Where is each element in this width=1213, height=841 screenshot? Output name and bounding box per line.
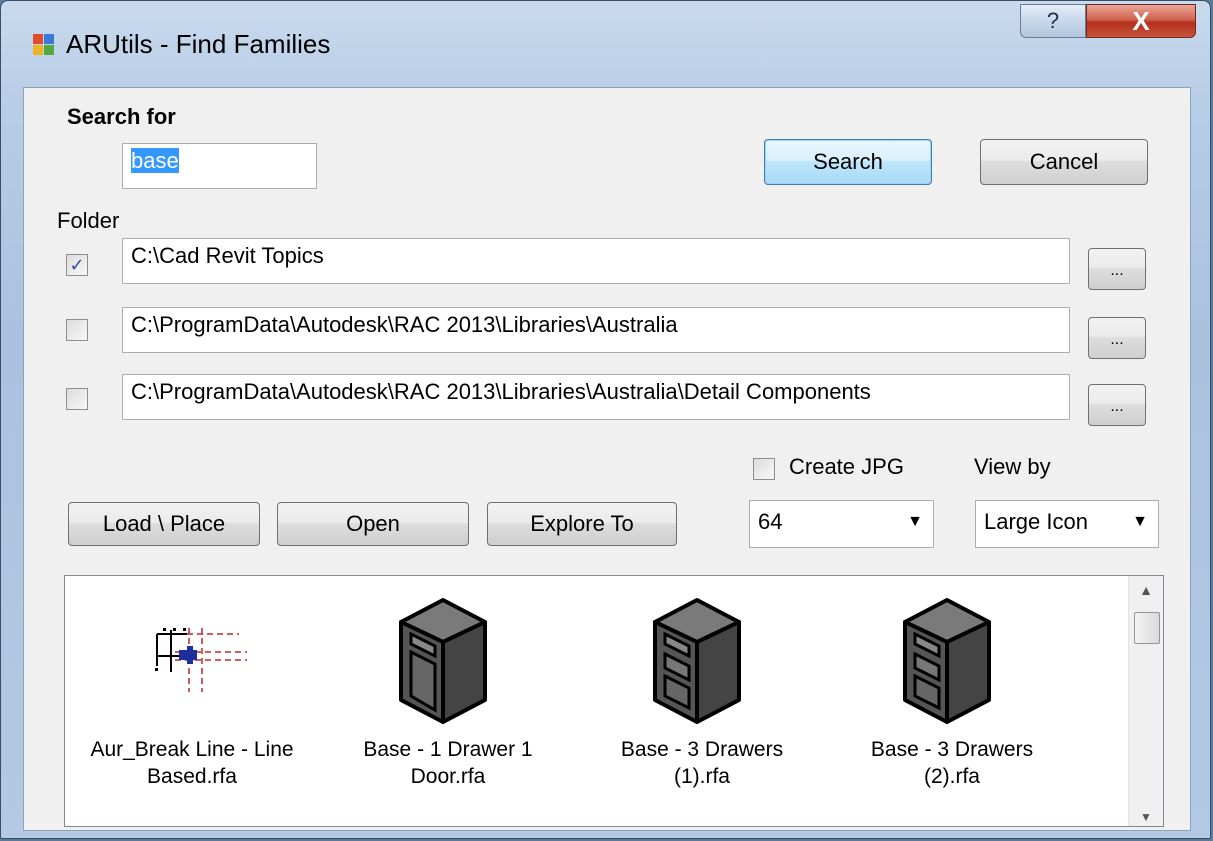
chevron-down-icon: ▼ [1132, 513, 1148, 530]
result-item[interactable]: Base - 3 Drawers (1).rfa [577, 576, 827, 826]
folder-label: Folder [57, 208, 120, 233]
scroll-thumb[interactable] [1134, 612, 1160, 644]
folder-2-path-input[interactable]: C:\ProgramData\Autodesk\RAC 2013\Librari… [122, 307, 1070, 353]
folder-3-browse-button[interactable]: ... [1088, 384, 1146, 426]
title-bar[interactable]: ARUtils - Find Families ? X [1, 1, 1210, 89]
window-title: ARUtils - Find Families [66, 29, 331, 59]
size-select[interactable]: 64 ▼ [749, 500, 934, 548]
search-for-label: Search for [67, 104, 176, 129]
open-button[interactable]: Open [277, 502, 469, 546]
scroll-up-icon[interactable]: ▲ [1129, 582, 1163, 598]
results-scrollbar[interactable]: ▲ ▼ [1128, 576, 1163, 826]
break-line-icon [155, 628, 247, 692]
result-caption: Base - 1 Drawer 1 Door.rfa [363, 738, 533, 788]
create-jpg-checkbox[interactable] [753, 458, 775, 480]
create-jpg-label: Create JPG [789, 454, 904, 479]
cabinet-1-drawer-door-icon [399, 598, 487, 724]
search-input[interactable]: base [122, 143, 317, 189]
explore-to-button[interactable]: Explore To [487, 502, 677, 546]
view-by-select-value: Large Icon [984, 509, 1088, 534]
results-list-view[interactable]: Aur_Break Line - Line Based.rfa Base - 1 … [64, 575, 1164, 827]
result-caption: Base - 3 Drawers (2).rfa [870, 738, 1034, 788]
folder-1-path-input[interactable]: C:\Cad Revit Topics [122, 238, 1070, 284]
result-caption: Aur_Break Line - Line Based.rfa [90, 738, 294, 788]
folder-1-browse-button[interactable]: ... [1088, 248, 1146, 290]
result-caption: Base - 3 Drawers (1).rfa [620, 738, 784, 788]
dialog-client-area: Search for base Search Cancel Folder ✓ C… [23, 87, 1191, 831]
scroll-down-icon[interactable]: ▼ [1129, 810, 1163, 824]
folder-3-checkbox[interactable] [66, 388, 88, 410]
folder-1-checkbox[interactable]: ✓ [66, 254, 88, 276]
find-families-window: ARUtils - Find Families ? X Search for b… [0, 0, 1211, 839]
cancel-button[interactable]: Cancel [980, 139, 1148, 185]
cabinet-3-drawers-icon [903, 598, 991, 724]
load-place-button[interactable]: Load \ Place [68, 502, 260, 546]
view-by-label: View by [974, 454, 1051, 479]
view-by-select[interactable]: Large Icon ▼ [975, 500, 1159, 548]
app-icon [33, 34, 55, 56]
result-item[interactable]: Base - 1 Drawer 1 Door.rfa [323, 576, 573, 826]
folder-2-browse-button[interactable]: ... [1088, 317, 1146, 359]
result-item[interactable]: Aur_Break Line - Line Based.rfa [67, 576, 317, 826]
result-item[interactable]: Base - 3 Drawers (2).rfa [827, 576, 1077, 826]
chevron-down-icon: ▼ [907, 513, 923, 530]
search-input-value: base [131, 148, 179, 173]
folder-2-checkbox[interactable] [66, 319, 88, 341]
cabinet-3-drawers-icon [653, 598, 741, 724]
help-button[interactable]: ? [1020, 4, 1086, 38]
folder-3-path-input[interactable]: C:\ProgramData\Autodesk\RAC 2013\Librari… [122, 374, 1070, 420]
close-button[interactable]: X [1086, 4, 1196, 38]
search-button[interactable]: Search [764, 139, 932, 185]
size-select-value: 64 [758, 509, 783, 534]
